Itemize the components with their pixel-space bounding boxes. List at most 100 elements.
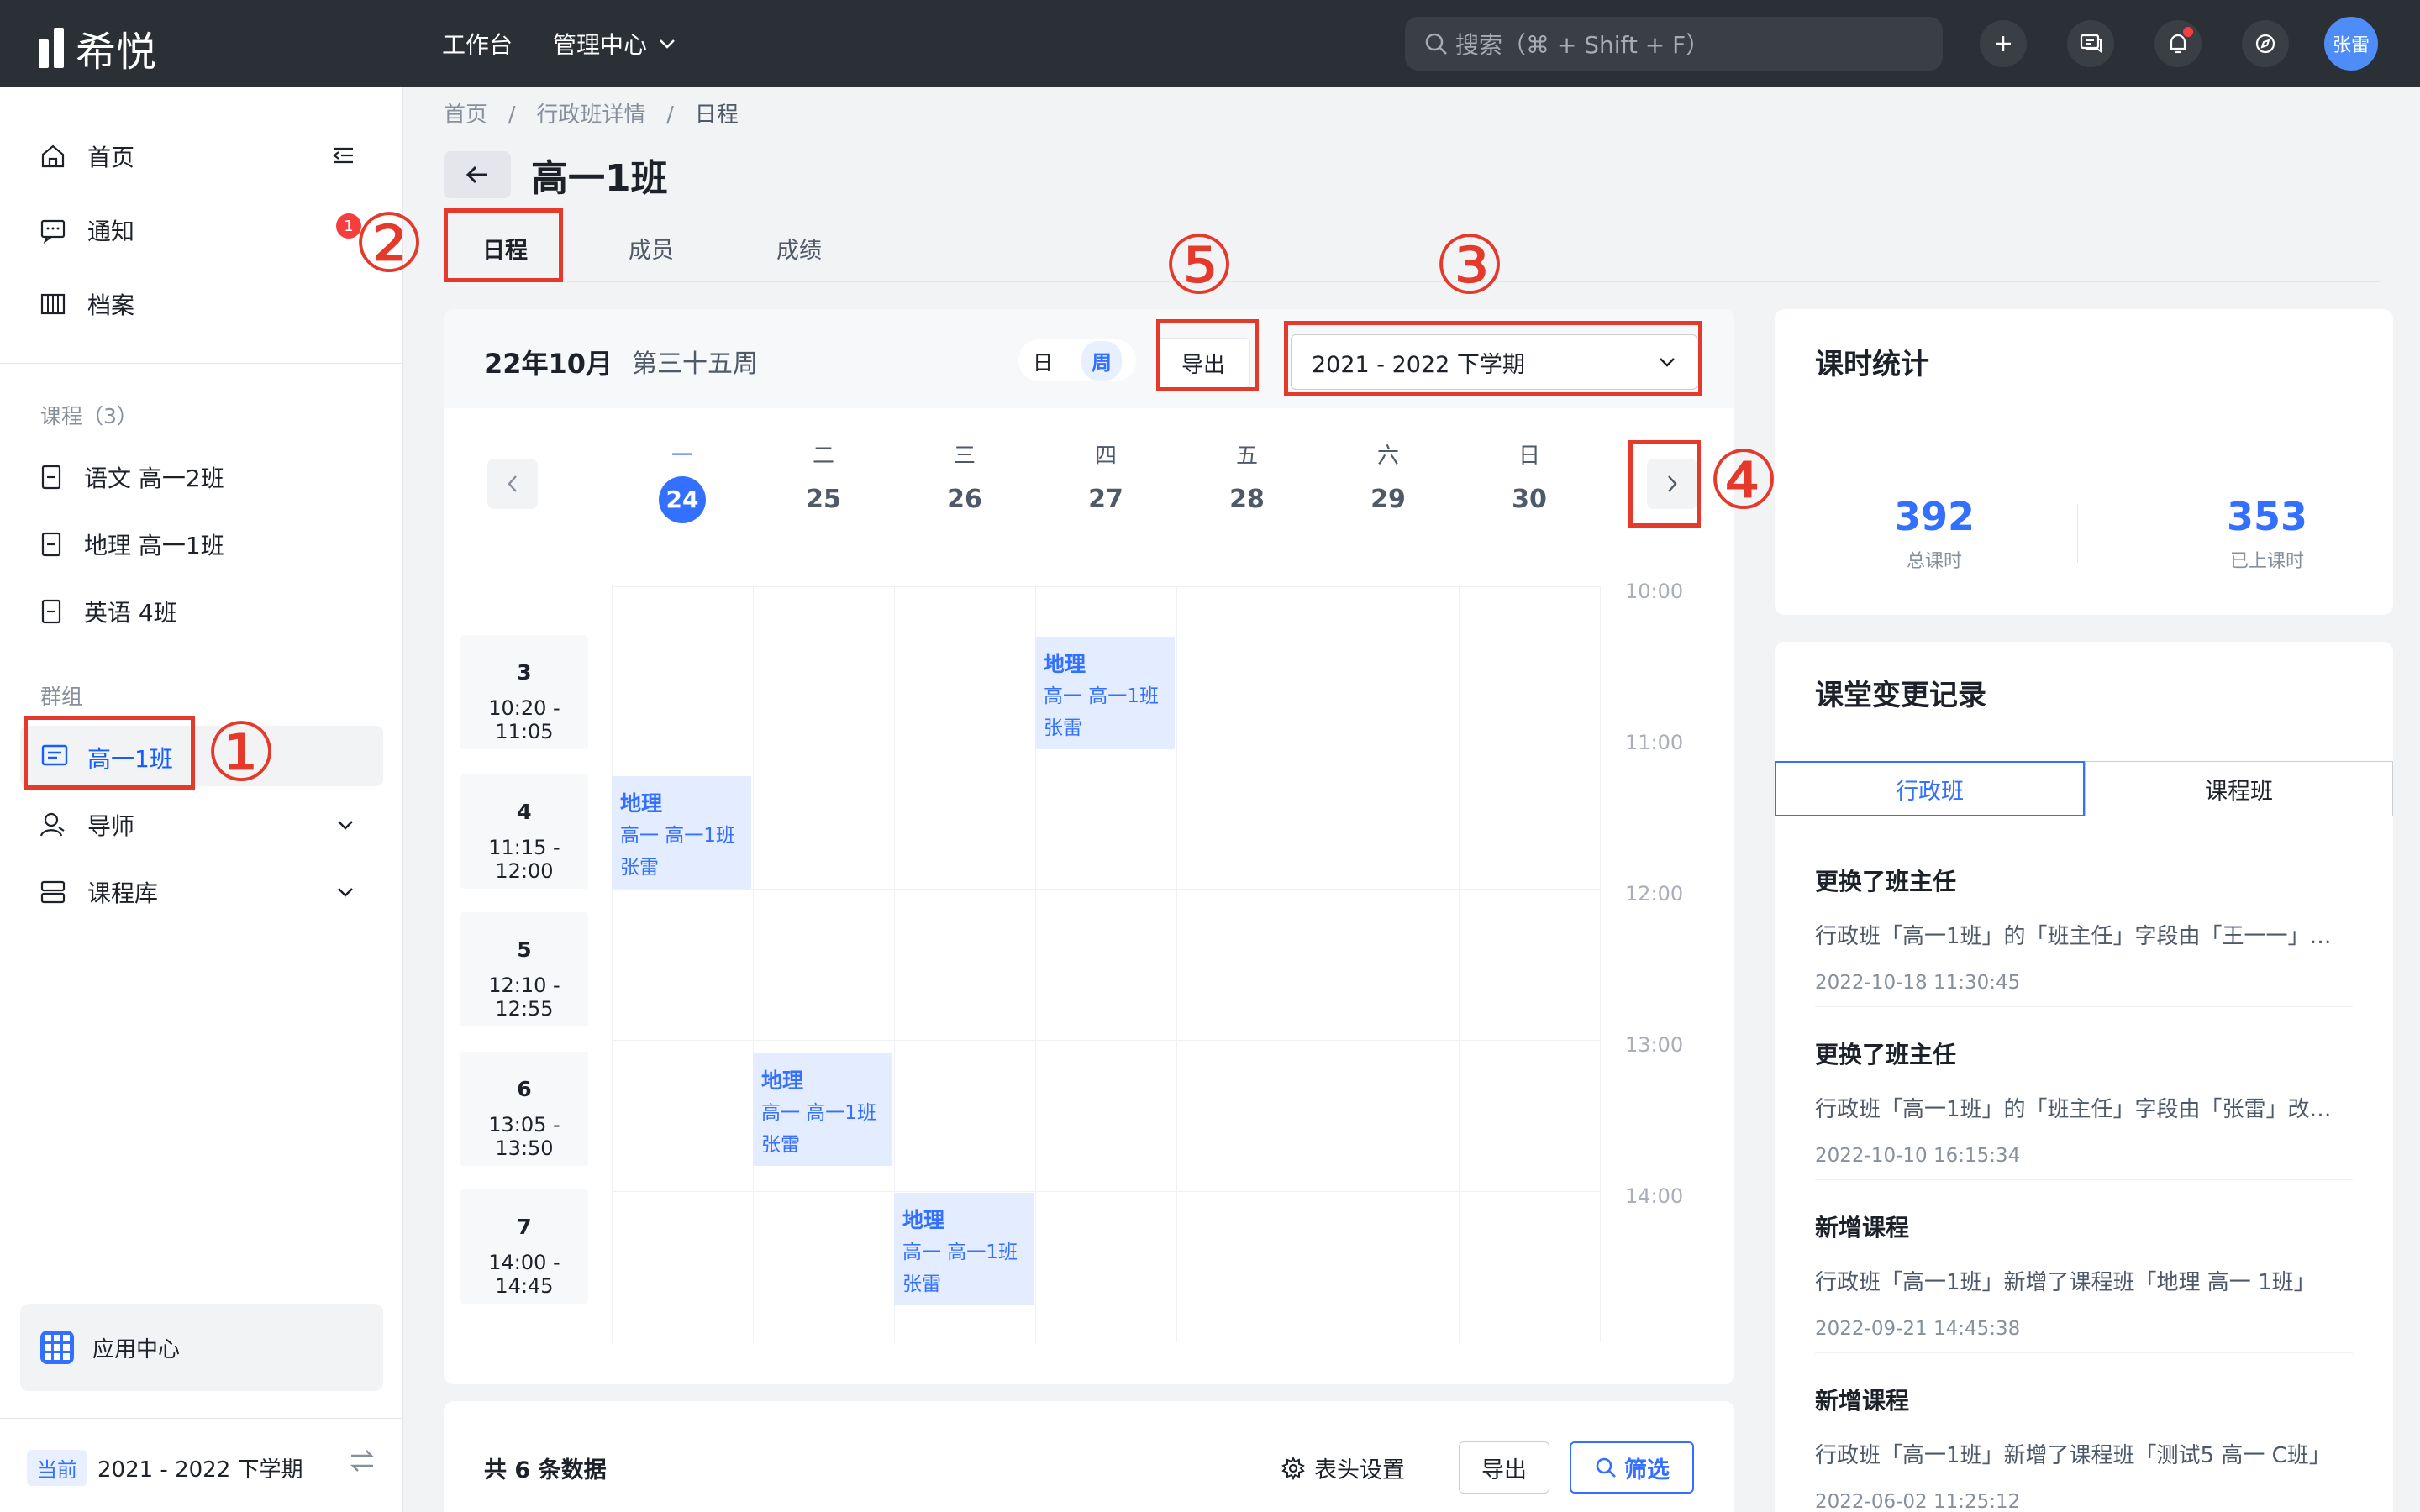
- change-log-card: 课堂变更记录 行政班 课程班 更换了班主任 行政班「高一1班」的「班主任」字段由…: [1775, 642, 2393, 1512]
- column-settings-button[interactable]: 表头设置: [1281, 1452, 1405, 1484]
- schedule-event[interactable]: 地理 高一 高一1班 张雷: [753, 1053, 892, 1166]
- day-date: 30: [1512, 485, 1547, 514]
- total-lessons-stat: 392 总课时: [1808, 494, 2060, 573]
- period-number: 4: [517, 800, 532, 824]
- day-header-thu[interactable]: 四 27: [1072, 438, 1139, 514]
- current-tag: 当前: [27, 1450, 87, 1486]
- event-teacher: 张雷: [620, 857, 659, 879]
- messages-button[interactable]: [2067, 20, 2114, 67]
- sidebar-item-course-library[interactable]: 课程库: [39, 875, 358, 909]
- tab-course-class[interactable]: 课程班: [2085, 761, 2393, 816]
- app-center-button[interactable]: 应用中心: [20, 1304, 383, 1391]
- breadcrumb-class-detail[interactable]: 行政班详情: [536, 102, 645, 128]
- tabs-divider: [444, 281, 2380, 282]
- nav-workbench-label: 工作台: [442, 31, 513, 59]
- change-log-tabs: 行政班 课程班: [1775, 761, 2393, 816]
- day-header-sat[interactable]: 六 29: [1355, 438, 1422, 514]
- notifications-button[interactable]: [2154, 20, 2202, 67]
- event-teacher: 张雷: [1044, 717, 1082, 739]
- breadcrumb-current: 日程: [694, 102, 739, 128]
- day-header-mon[interactable]: 一 24: [649, 438, 716, 523]
- event-teacher: 张雷: [902, 1273, 941, 1295]
- nav-workbench[interactable]: 工作台: [442, 27, 513, 60]
- change-record[interactable]: 新增课程 行政班「高一1班」新增了课程班「地理 高一 1班」 2022-09-2…: [1815, 1210, 2353, 1340]
- breadcrumb-home[interactable]: 首页: [444, 102, 487, 128]
- add-button[interactable]: [1980, 20, 2027, 67]
- day-header-sun[interactable]: 日 30: [1496, 438, 1563, 514]
- schedule-event[interactable]: 地理 高一 高一1班 张雷: [894, 1193, 1034, 1305]
- sidebar-item-course-2[interactable]: 地理 高一1班: [39, 528, 224, 561]
- annotation-number-1: ①: [205, 706, 278, 800]
- record-title: 新增课程: [1815, 1214, 1910, 1242]
- schedule-event[interactable]: 地理 高一 高一1班 张雷: [1035, 637, 1175, 749]
- tab-admin-class[interactable]: 行政班: [1775, 761, 2085, 816]
- completed-lessons-value: 353: [2226, 494, 2308, 539]
- period-time: 10:20 - 11:05: [488, 696, 560, 743]
- change-record[interactable]: 更换了班主任 行政班「高一1班」的「班主任」字段由「王一一」改为「张雷」 202…: [1815, 864, 2353, 994]
- global-search-input[interactable]: 搜索（⌘ + Shift + F）: [1405, 17, 1943, 71]
- grid-line: [1459, 586, 1460, 1342]
- grid-line: [612, 586, 1600, 587]
- sidebar-item-home[interactable]: 首页: [39, 139, 134, 173]
- day-weekday: 五: [1235, 444, 1258, 469]
- day-date: 25: [806, 485, 841, 514]
- record-detail: 行政班「高一1班」的「班主任」字段由「张雷」改为「王一一」: [1815, 1097, 2353, 1122]
- filter-button[interactable]: 筛选: [1570, 1441, 1694, 1494]
- tab-members[interactable]: 成员: [629, 232, 674, 265]
- page-title: 高一1班: [531, 157, 668, 200]
- chevron-down-icon: [338, 821, 353, 830]
- nav-admin-center-label: 管理中心: [553, 31, 648, 59]
- schedule-event[interactable]: 地理 高一 高一1班 张雷: [612, 776, 751, 889]
- event-title: 地理: [620, 791, 663, 816]
- column-settings-label: 表头设置: [1314, 1457, 1405, 1483]
- period-number: 3: [517, 660, 532, 685]
- sidebar-item-notice[interactable]: 通知: [39, 213, 134, 247]
- filter-label: 筛选: [1624, 1457, 1670, 1483]
- sidebar-item-mentor[interactable]: 导师: [39, 808, 358, 842]
- help-button[interactable]: [2242, 20, 2289, 67]
- day-header-fri[interactable]: 五 28: [1213, 438, 1281, 514]
- event-title: 地理: [761, 1068, 804, 1093]
- list-export-button[interactable]: 导出: [1459, 1441, 1549, 1494]
- sidebar-item-course-1[interactable]: 语文 高一2班: [39, 460, 224, 494]
- current-term-label: 2021 - 2022 下学期: [97, 1457, 303, 1483]
- view-week-option[interactable]: 周: [1081, 340, 1122, 381]
- record-divider: [1815, 1179, 2353, 1180]
- period-cell: 4 11:15 - 12:00: [460, 774, 588, 889]
- change-record[interactable]: 更换了班主任 行政班「高一1班」的「班主任」字段由「张雷」改为「王一一」 202…: [1815, 1037, 2353, 1167]
- annotation-box-2: [444, 208, 563, 282]
- hour-label: 11:00: [1625, 731, 1684, 754]
- groups-section-title: 群组: [40, 685, 83, 709]
- logo[interactable]: 希悦: [39, 18, 156, 77]
- completed-lessons-label: 已上课时: [2229, 551, 2304, 572]
- collapse-sidebar-icon[interactable]: [331, 143, 356, 168]
- tab-grades[interactable]: 成绩: [776, 232, 822, 265]
- back-button[interactable]: [444, 151, 511, 198]
- day-header-wed[interactable]: 三 26: [931, 438, 998, 514]
- course-icon: [41, 599, 61, 624]
- hour-label: 12:00: [1625, 882, 1684, 906]
- year-month: 22年10月: [484, 348, 613, 380]
- period-number: 6: [517, 1077, 532, 1101]
- change-record[interactable]: 新增课程 行政班「高一1班」新增了课程班「测试5 高一 C班」 2022-06-…: [1815, 1383, 2353, 1512]
- swap-term-icon[interactable]: [348, 1446, 376, 1475]
- record-detail: 行政班「高一1班」新增了课程班「地理 高一 1班」: [1815, 1270, 2316, 1295]
- app-center-label: 应用中心: [92, 1336, 181, 1362]
- record-detail: 行政班「高一1班」新增了课程班「测试5 高一 C班」: [1815, 1443, 2331, 1468]
- annotation-number-3: ③: [1434, 218, 1507, 312]
- day-date: 27: [1088, 485, 1123, 514]
- period-number: 7: [517, 1215, 532, 1239]
- nav-admin-center[interactable]: 管理中心: [553, 27, 676, 60]
- total-lessons-value: 392: [1893, 494, 1975, 539]
- gear-icon: [1281, 1456, 1305, 1480]
- logo-mark-icon: [39, 28, 64, 68]
- record-title: 更换了班主任: [1815, 1041, 1957, 1068]
- sidebar-item-course-3[interactable]: 英语 4班: [39, 595, 177, 628]
- prev-week-button[interactable]: [487, 459, 538, 509]
- period-time: 14:00 - 14:45: [488, 1251, 560, 1298]
- view-day-option[interactable]: 日: [1033, 346, 1053, 375]
- user-avatar[interactable]: 张雷: [2324, 17, 2378, 71]
- day-header-tue[interactable]: 二 25: [790, 438, 857, 514]
- library-icon: [40, 880, 66, 904]
- sidebar-item-archive[interactable]: 档案: [39, 287, 134, 321]
